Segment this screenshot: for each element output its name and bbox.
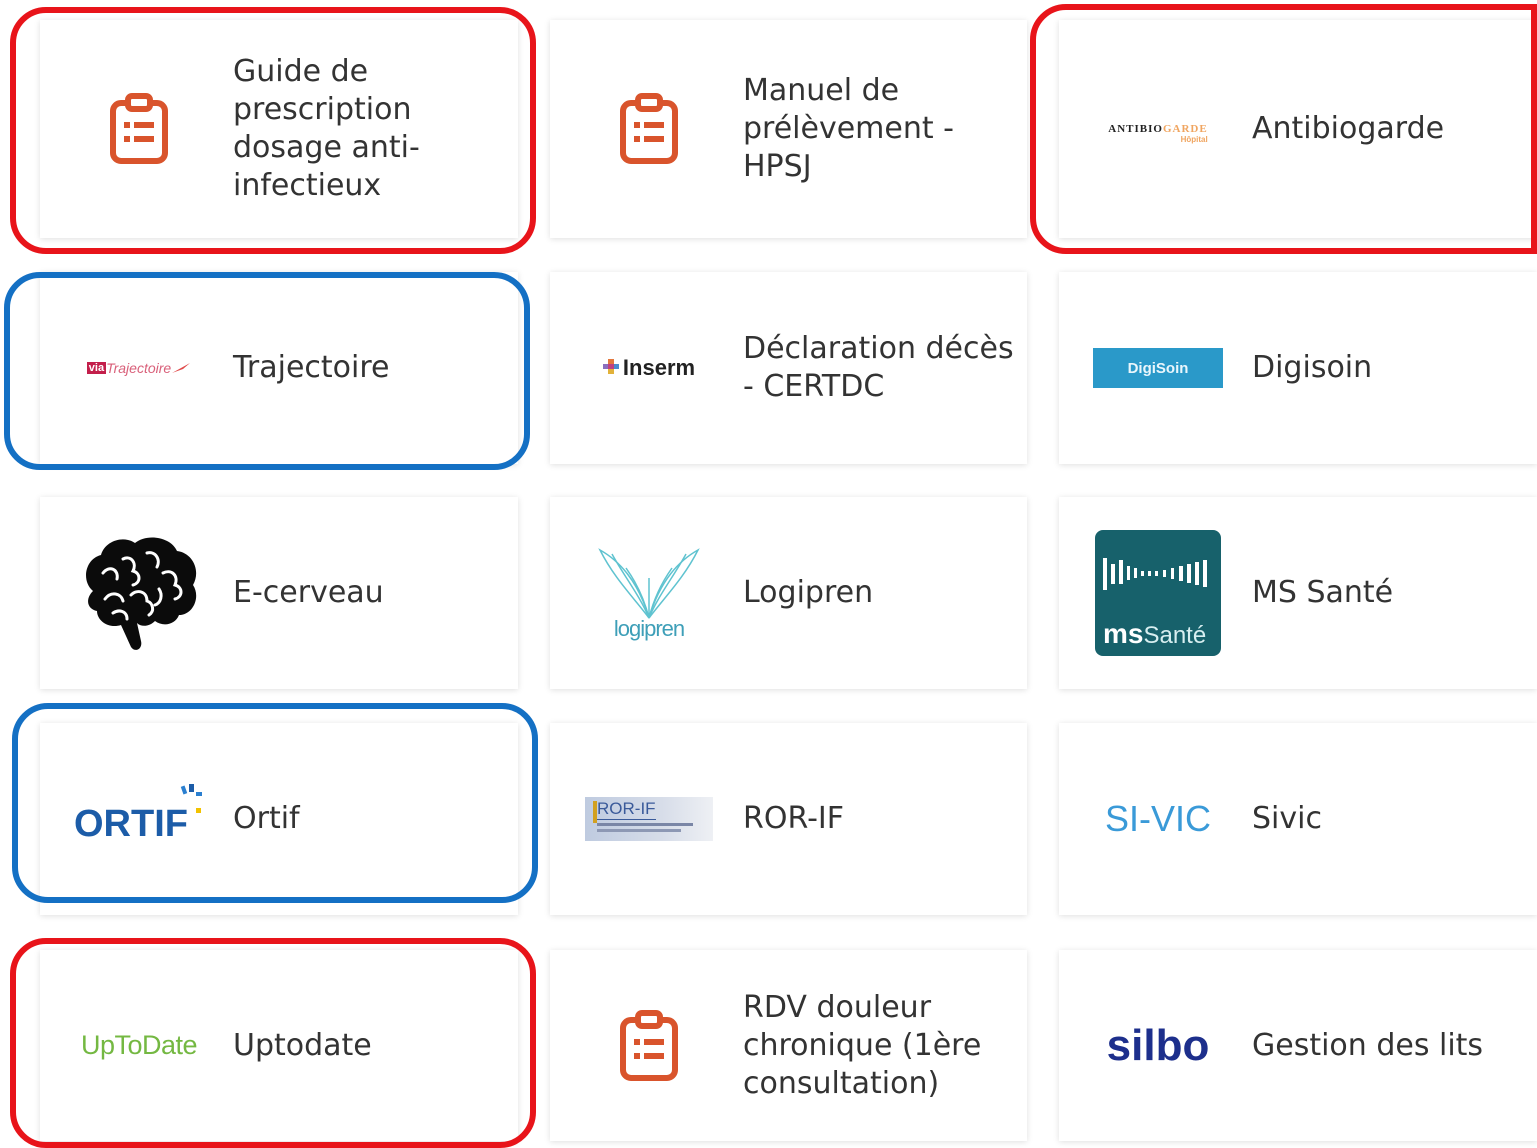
card-guide-prescription[interactable]: Guide de prescription dosage anti-infect…	[40, 20, 518, 238]
si-vic-logo: SI-VIC	[1104, 798, 1211, 839]
silbo-logo: silbo	[1106, 1020, 1210, 1070]
ortif-logo: ORTIF	[74, 754, 204, 884]
card-label: Trajectoire	[233, 350, 390, 385]
card-label: ROR-IF	[743, 801, 845, 836]
card-trajectoire[interactable]: via Trajectoire Trajectoire	[40, 272, 518, 464]
antibiogarde-logo: ANTIBIOGARDE Hôpital	[1108, 123, 1208, 144]
card-label: Uptodate	[233, 1027, 372, 1063]
card-label: Guide de prescription dosage anti-infect…	[233, 54, 420, 203]
logipren-logo: logipren	[584, 528, 714, 658]
ror-if-logo: ROR-IF	[584, 754, 714, 884]
card-label: RDV douleur chronique (1ère consultation…	[743, 989, 982, 1101]
card-label: Déclaration décès - CERTDC	[743, 331, 1014, 404]
trajectoire-logo: via Trajectoire	[74, 303, 204, 433]
card-label: Gestion des lits	[1252, 1027, 1484, 1063]
card-gestion-lits[interactable]: silbo Gestion des lits	[1059, 950, 1537, 1141]
clipboard-icon	[74, 64, 204, 194]
ms-sante-logo: msSanté	[1093, 528, 1223, 658]
card-label: E-cerveau	[233, 575, 384, 610]
card-logipren[interactable]: logipren Logipren	[550, 497, 1027, 689]
card-sivic[interactable]: SI-VIC Sivic	[1059, 723, 1537, 915]
card-declaration-deces[interactable]: Inserm Déclaration décès - CERTDC	[550, 272, 1027, 464]
card-label: Digisoin	[1252, 350, 1373, 385]
card-rdv-douleur[interactable]: RDV douleur chronique (1ère consultation…	[550, 950, 1027, 1141]
card-label: Antibiogarde	[1252, 111, 1445, 146]
card-label: Logipren	[743, 575, 874, 610]
card-label: Manuel de prélèvement - HPSJ	[743, 73, 954, 184]
card-ortif[interactable]: ORTIF Ortif	[40, 723, 518, 915]
inserm-logo: Inserm	[584, 303, 714, 433]
clipboard-icon	[584, 64, 714, 194]
card-digisoin[interactable]: DigiSoin Digisoin	[1059, 272, 1537, 464]
card-label: MS Santé	[1252, 575, 1394, 610]
card-e-cerveau[interactable]: E-cerveau	[40, 497, 518, 689]
card-ror-if[interactable]: ROR-IF ROR-IF	[550, 723, 1027, 915]
card-uptodate[interactable]: UpToDate Uptodate	[40, 950, 518, 1141]
digisoin-logo: DigiSoin	[1093, 303, 1223, 433]
uptodate-logo: UpToDate	[80, 1030, 198, 1060]
brain-icon	[74, 528, 204, 658]
card-antibiogarde[interactable]: ANTIBIOGARDE Hôpital Antibiogarde	[1059, 20, 1537, 238]
card-ms-sante[interactable]: msSanté MS Santé	[1059, 497, 1537, 689]
card-label: Sivic	[1252, 801, 1322, 836]
card-label: Ortif	[233, 801, 300, 836]
clipboard-icon	[584, 981, 714, 1111]
card-manuel-prelevement[interactable]: Manuel de prélèvement - HPSJ	[550, 20, 1027, 238]
